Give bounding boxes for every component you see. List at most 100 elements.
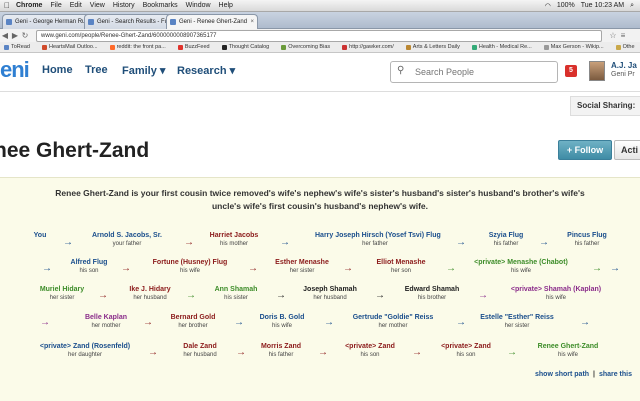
forward-arrow-icon[interactable]: ▶ xyxy=(10,31,20,40)
menu-bookmarks[interactable]: Bookmarks xyxy=(143,2,178,9)
bookmark-favicon-icon xyxy=(405,44,411,50)
menu-window[interactable]: Window xyxy=(186,2,211,9)
relationship-links: show short path | share this xyxy=(535,371,632,378)
bookmark-item[interactable]: Arts & Letters Daily xyxy=(405,44,460,50)
bookmark-item[interactable]: ToRead xyxy=(4,44,30,50)
path-person: Renee Ghert-Zand his wife xyxy=(508,342,628,360)
person-relation: her daughter xyxy=(67,352,103,358)
bookmark-favicon-icon xyxy=(342,44,348,50)
back-arrow-icon[interactable]: ◀ xyxy=(0,31,10,40)
browser-tab-strip: Geni - George Herman Ru... × Geni - Sear… xyxy=(0,12,640,29)
path-person: <private> Zand (Rosenfeld) her daughter xyxy=(25,342,145,360)
apple-menu-icon[interactable]:  xyxy=(4,1,10,10)
arrow-icon: → xyxy=(580,317,590,328)
person-name[interactable]: Gertrude "Goldie" Reiss xyxy=(333,313,453,322)
path-person: Harriet Jacobs his mother xyxy=(174,231,294,249)
nav-tree[interactable]: Tree xyxy=(85,64,108,76)
arrow-icon: → xyxy=(592,263,602,274)
bookmark-folder-other[interactable]: Othe xyxy=(615,44,635,50)
person-name[interactable]: <private> Zand (Rosenfeld) xyxy=(25,342,145,351)
relationship-sentence: Renee Ghert-Zand is your first cousin tw… xyxy=(55,188,585,211)
person-name[interactable]: Pincus Flug xyxy=(527,231,640,240)
bookmark-favicon-icon xyxy=(471,44,477,50)
bookmark-item[interactable]: reddit: the front pa... xyxy=(109,44,166,50)
bookmark-item[interactable]: Thought Catalog xyxy=(221,44,269,50)
bookmark-label: Othe xyxy=(622,44,635,50)
geni-header: eni Home Tree Family ▾ Research ▾ ⚲ 5 A.… xyxy=(0,53,640,92)
bookmark-favicon-icon xyxy=(281,44,287,50)
person-name[interactable]: Elliot Menashe xyxy=(341,258,461,267)
battery-percent[interactable]: 100% xyxy=(557,2,575,9)
bookmarks-bar: ToRead HeartsMail Outloo... reddit: the … xyxy=(0,42,640,53)
menu-view[interactable]: View xyxy=(90,2,105,9)
search-input[interactable] xyxy=(413,64,555,80)
nav-family[interactable]: Family ▾ xyxy=(122,64,165,77)
person-name[interactable]: Estelle "Esther" Reiss xyxy=(457,313,577,322)
bookmark-item[interactable]: Max Gerson - Wikip... xyxy=(543,44,604,50)
bookmark-label: http://gawker.com/ xyxy=(349,44,394,50)
person-relation: his wife xyxy=(510,268,531,274)
geni-favicon-icon xyxy=(6,19,12,25)
browser-tab[interactable]: Geni - Search Results - Fu... × xyxy=(84,14,176,29)
bookmark-item[interactable]: Overcoming Bias xyxy=(281,44,330,50)
person-name[interactable]: Edward Shamah xyxy=(372,285,492,294)
person-name[interactable]: Fortune (Husney) Flug xyxy=(130,258,250,267)
person-relation: her sister xyxy=(504,323,530,329)
person-name[interactable]: <private> Shamah (Kaplan) xyxy=(496,285,616,294)
bookmark-favicon-icon xyxy=(177,44,183,50)
person-name[interactable]: Harriet Jacobs xyxy=(174,231,294,240)
user-name[interactable]: A.J. Ja xyxy=(611,61,637,70)
menu-history[interactable]: History xyxy=(113,2,135,9)
path-person: <private> Shamah (Kaplan) his wife xyxy=(496,285,616,303)
person-relation: his mother xyxy=(219,241,248,247)
bookmark-star-icon[interactable]: ☆ xyxy=(608,31,618,40)
person-name[interactable]: Arnold S. Jacobs, Sr. xyxy=(67,231,187,240)
chrome-menu-icon[interactable]: ≡ xyxy=(618,31,628,40)
person-name[interactable]: Renee Ghert-Zand xyxy=(508,342,628,351)
bookmark-favicon-icon xyxy=(109,44,115,50)
menu-chrome[interactable]: Chrome xyxy=(16,2,42,9)
bookmark-item[interactable]: BuzzFeed xyxy=(177,44,210,50)
nav-research[interactable]: Research ▾ xyxy=(177,64,235,77)
path-person: Pincus Flug his father xyxy=(527,231,640,249)
share-this-link[interactable]: share this xyxy=(599,371,632,378)
menu-help[interactable]: Help xyxy=(219,2,233,9)
browser-tab[interactable]: Geni - George Herman Ru... × xyxy=(2,14,94,29)
person-relation: her father xyxy=(362,241,388,247)
path-person: Gertrude "Goldie" Reiss her mother xyxy=(333,313,453,331)
follow-button[interactable]: + Follow xyxy=(558,140,612,160)
actions-button[interactable]: Acti xyxy=(614,140,640,160)
bookmark-item[interactable]: HeartsMail Outloo... xyxy=(41,44,98,50)
tab-label: Geni - George Herman Ru... xyxy=(15,19,91,25)
clock[interactable]: Tue 10:23 AM xyxy=(581,2,624,9)
address-bar[interactable]: www.geni.com/people/Renee-Ghert-Zand/600… xyxy=(36,29,602,42)
menu-edit[interactable]: Edit xyxy=(70,2,82,9)
link-separator: | xyxy=(593,371,595,378)
geni-logo[interactable]: eni xyxy=(0,57,30,83)
spotlight-search-icon[interactable]: ⌕ xyxy=(630,2,634,10)
show-short-path-link[interactable]: show short path xyxy=(535,371,589,378)
geni-favicon-icon xyxy=(88,19,94,25)
menu-file[interactable]: File xyxy=(50,2,61,9)
page-title: nee Ghert-Zand xyxy=(0,139,150,162)
wifi-icon[interactable]: ◠ xyxy=(545,2,551,10)
search-box[interactable]: ⚲ xyxy=(390,61,558,83)
person-name[interactable]: <private> Menashe (Chabot) xyxy=(461,258,581,267)
bookmark-favicon-icon xyxy=(4,44,9,50)
search-icon: ⚲ xyxy=(397,65,405,76)
bookmark-item[interactable]: http://gawker.com/ xyxy=(342,44,394,50)
user-avatar[interactable] xyxy=(589,61,605,81)
browser-toolbar: ◀ ▶ ↻ www.geni.com/people/Renee-Ghert-Za… xyxy=(0,29,640,42)
bookmark-favicon-icon xyxy=(41,44,47,50)
path-person: Edward Shamah his brother xyxy=(372,285,492,303)
close-tab-icon[interactable]: × xyxy=(250,15,254,29)
person-name[interactable]: Harry Joseph Hirsch (Yosef Tsvi) Flug xyxy=(315,231,441,240)
bookmark-label: HeartsMail Outloo... xyxy=(48,44,98,50)
notification-badge[interactable]: 5 xyxy=(565,65,577,77)
browser-tab-active[interactable]: Geni - Renee Ghert-Zand × xyxy=(166,14,258,29)
bookmark-item[interactable]: Health - Medical Re... xyxy=(471,44,532,50)
nav-home[interactable]: Home xyxy=(42,64,73,76)
bookmark-favicon-icon xyxy=(221,44,227,50)
person-relation: his wife xyxy=(557,352,578,358)
reload-icon[interactable]: ↻ xyxy=(20,31,30,40)
